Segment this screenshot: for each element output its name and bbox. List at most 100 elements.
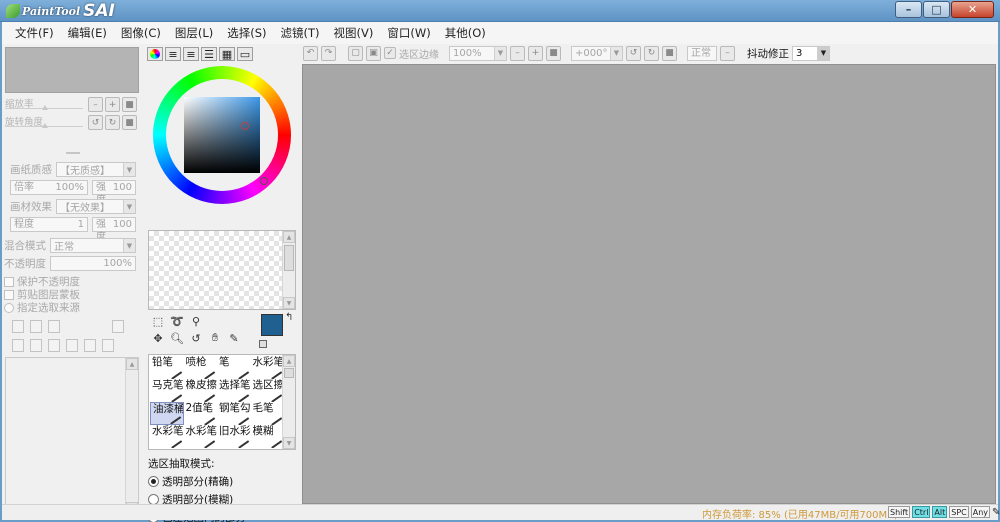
maximize-button[interactable]: □ [923,1,950,18]
scratchpad-tab[interactable]: ▭ [237,47,253,61]
checkbox-box[interactable] [4,276,14,287]
brush-tool-item[interactable]: 2值笔 [184,402,218,425]
slider-knob[interactable] [42,123,48,128]
undo-icon[interactable]: ↶ [303,45,318,61]
eyedropper-icon[interactable]: ✎ [227,331,241,345]
apply-mask-icon[interactable] [84,339,96,352]
hsv-slider-tab[interactable]: ≡ [183,47,199,61]
radio-circle[interactable] [148,476,159,487]
mask-icon[interactable] [112,320,124,333]
menu-layer[interactable]: 图层(L) [168,23,220,43]
mask-delete-icon[interactable] [102,339,114,352]
opacity-field[interactable]: 100% [50,256,136,271]
brush-tool-item[interactable]: 钢笔勾 [217,402,251,425]
blend-mode-select[interactable]: 正常 ▼ [50,238,136,253]
brush-tool-item[interactable]: 水彩笔 [150,425,184,448]
menu-other[interactable]: 其他(O) [438,23,493,43]
foreground-color-swatch[interactable] [261,314,283,336]
selection-edge-checkbox[interactable]: ✓ [384,47,396,59]
effect-strength-field[interactable]: 强度 100 [92,217,136,243]
rotate-ccw-button[interactable]: ↺ [88,115,103,130]
menu-image[interactable]: 图像(C) [114,23,168,43]
zoom-select[interactable]: 100% ▼ [449,45,507,61]
selection-source-checkbox[interactable]: 指定选取来源 [4,300,80,315]
move-icon[interactable]: ✥ [151,331,165,345]
color-swatch-area[interactable]: ▲ ▼ [148,230,296,310]
magic-wand-icon[interactable]: ⚲ [189,314,203,328]
folder-icon[interactable] [48,320,60,333]
scroll-up-icon[interactable]: ▲ [126,358,138,370]
brush-tool-item[interactable]: 油漆桶 [150,402,184,425]
rotate-reset-button[interactable]: ■ [122,115,137,130]
minimize-button[interactable]: – [895,1,922,18]
brush-tool-item[interactable]: 笔 [217,356,251,379]
delete-layer-icon[interactable] [66,339,78,352]
menu-filter[interactable]: 滤镜(T) [274,23,327,43]
rotate-icon[interactable]: ↺ [189,331,203,345]
close-button[interactable]: ✕ [951,1,994,18]
effect-degree-field[interactable]: 程度 1 [10,217,88,232]
flip-icon[interactable]: – [720,45,735,61]
brush-grid-scrollbar[interactable]: ▲ ▼ [282,355,295,449]
rotate-reset-icon[interactable]: ■ [662,45,677,61]
paper-scale-field[interactable]: 倍率 100% [10,180,88,195]
menu-window[interactable]: 窗口(W) [380,23,437,43]
deselect-icon[interactable]: ▢ [348,45,363,61]
menu-select[interactable]: 选择(S) [220,23,273,43]
panel-grip[interactable] [66,152,80,154]
paper-strength-field[interactable]: 强度 100 [92,180,136,206]
scroll-thumb[interactable] [284,245,294,271]
brush-tool-item[interactable]: 选区擦 [251,379,284,402]
hand-icon[interactable]: ✋︎ [208,331,222,345]
brush-tool-item[interactable]: 毛笔 [251,402,285,425]
brush-tool-item[interactable]: 模糊 [251,425,285,448]
scroll-up-icon[interactable]: ▲ [283,231,295,243]
zoom-in-button[interactable]: + [105,97,120,112]
zoom-out-icon[interactable]: – [510,45,525,61]
rotate-slider[interactable]: 旋转角度 [5,114,85,128]
zoom-out-button[interactable]: – [88,97,103,112]
paper-effect-select[interactable]: 【无效果】 ▼ [56,199,136,214]
rotate-right-icon[interactable]: ↻ [644,45,659,61]
canvas-area[interactable] [302,64,996,504]
swatch-scrollbar[interactable]: ▲ ▼ [282,231,295,309]
brush-tool-item[interactable]: 选择笔 [217,379,251,402]
slider-knob[interactable] [42,105,48,110]
view-mode-field[interactable]: 正常 [687,45,717,61]
new-layer-icon[interactable] [12,320,24,333]
color-wheel-tab[interactable] [147,47,163,61]
zoom-reset-button[interactable]: ■ [122,97,137,112]
stabilizer-select[interactable]: 3 ▼ [792,45,830,61]
brush-tool-item[interactable]: 铅笔 [150,356,184,379]
scroll-thumb[interactable] [284,368,294,378]
redo-icon[interactable]: ↷ [321,45,336,61]
rotate-left-icon[interactable]: ↺ [626,45,641,61]
zoom-slider[interactable]: 缩放率 [5,96,85,110]
zoom-reset-icon[interactable]: ■ [546,45,561,61]
swap-colors-icon[interactable]: ↰ [285,312,293,323]
swatch-list-tab[interactable]: ☰ [201,47,217,61]
scroll-up-icon[interactable]: ▲ [283,355,295,367]
layer-list-scrollbar[interactable]: ▲ ▼ [125,358,138,514]
lasso-icon[interactable]: ➰ [170,314,184,328]
zoom-in-icon[interactable]: + [528,45,543,61]
color-picker-marker[interactable] [241,122,249,130]
clear-layer-icon[interactable] [48,339,60,352]
invert-selection-icon[interactable]: ▣ [366,45,381,61]
transparent-color-icon[interactable] [259,340,267,348]
menu-file[interactable]: 文件(F) [8,23,61,43]
rect-select-icon[interactable]: ⬚ [151,314,165,328]
selection-mode-option[interactable]: 透明部分(精确) [148,474,246,489]
scroll-down-icon[interactable]: ▼ [283,297,295,309]
brush-tool-item[interactable]: 马克笔 [150,379,184,402]
scroll-down-icon[interactable]: ▼ [283,437,295,449]
radio-circle[interactable] [4,302,14,313]
menu-edit[interactable]: 编辑(E) [61,23,114,43]
menu-view[interactable]: 视图(V) [327,23,381,43]
angle-select[interactable]: +000° ▼ [571,45,623,61]
checkbox-box[interactable] [4,289,14,300]
new-layer-set-icon[interactable] [30,320,42,333]
brush-tool-item[interactable]: 旧水彩 [217,425,251,448]
layer-list[interactable]: ▲ ▼ [5,357,139,515]
brush-tool-item[interactable]: 喷枪 [184,356,218,379]
